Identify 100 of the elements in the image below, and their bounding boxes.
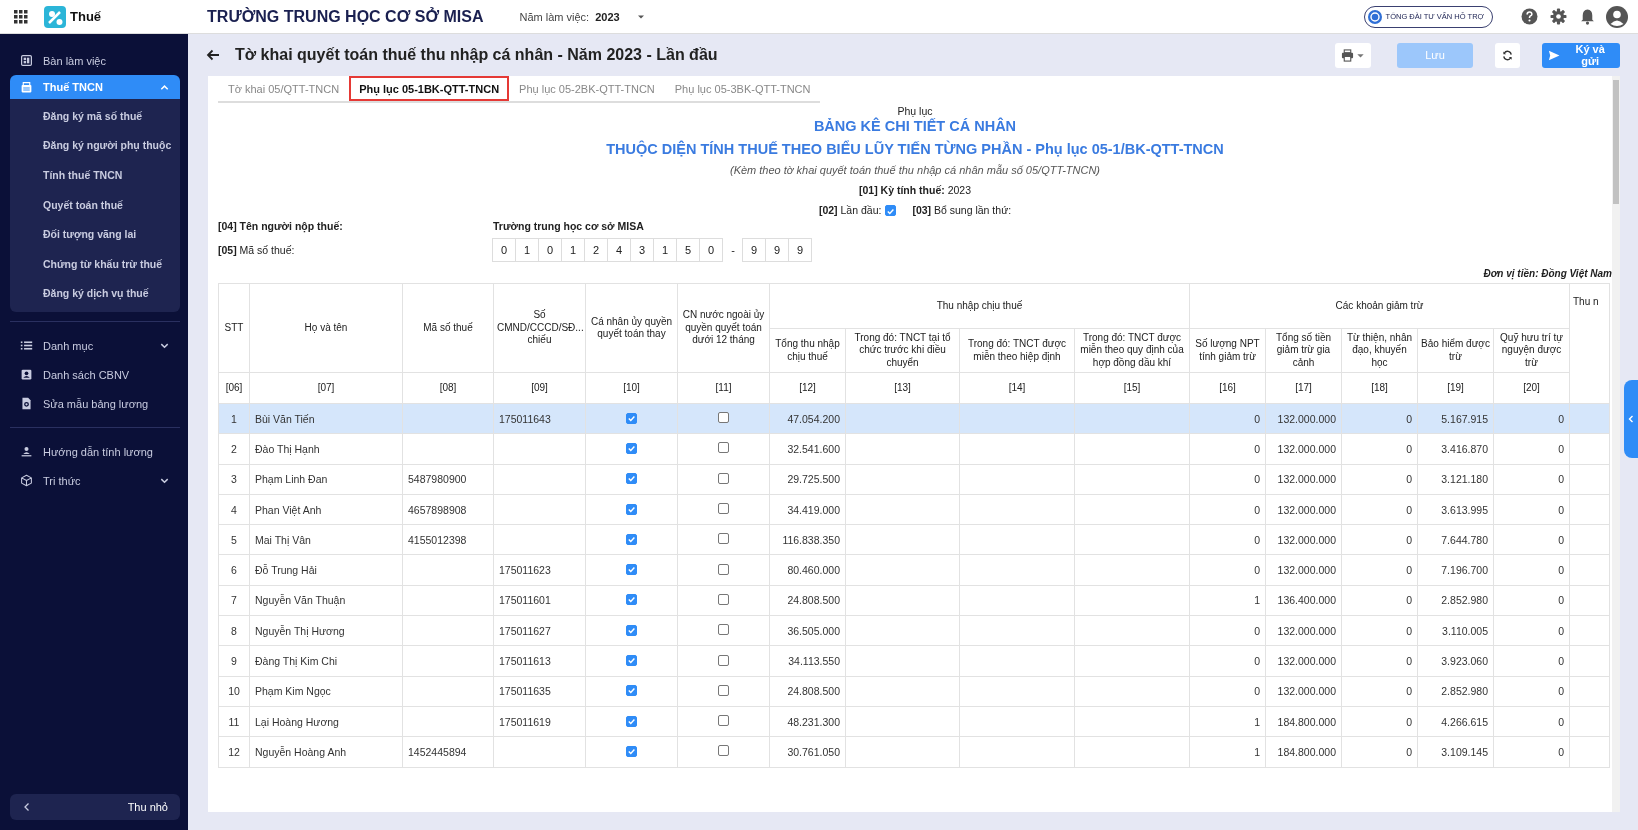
submenu-item[interactable]: Chứng từ khấu trừ thuế <box>10 248 180 279</box>
side-panel-handle[interactable] <box>1624 380 1638 458</box>
table-row[interactable]: 8 Nguyễn Thị Hương 175011627 36.505.000 0 132.000.000 0 3.110.005 0 <box>218 615 1610 646</box>
submenu-item[interactable]: Tính thuế TNCN <box>10 160 180 190</box>
table-cell: 3.110.005 <box>1417 615 1494 646</box>
table-row[interactable]: 5 Mai Thị Vân 4155012398 116.838.350 0 132.000.000 0 7.644.780 0 <box>218 524 1610 555</box>
checkbox[interactable] <box>626 745 637 757</box>
checkbox[interactable] <box>626 564 637 576</box>
year-dropdown[interactable]: 2023 <box>595 10 646 23</box>
table-cell: 0 <box>1493 615 1570 646</box>
notification-bell-icon[interactable] <box>1579 8 1596 25</box>
table-row[interactable]: 2 Đào Thị Hạnh 32.541.600 0 132.000.000 0 3.416.870 0 <box>218 433 1610 465</box>
table-cell: 0 <box>1341 585 1418 616</box>
table-cell: 1 <box>218 403 250 434</box>
sidebar-item[interactable]: Danh mục <box>10 331 180 361</box>
table-cell: 0 <box>1493 736 1570 768</box>
table-cell: Đỗ Trung Hải <box>249 555 403 586</box>
table-cell: 5.167.915 <box>1417 403 1494 434</box>
currency-note: Đơn vị tiền: Đồng Việt Nam <box>1482 268 1612 279</box>
checkbox[interactable] <box>718 412 729 424</box>
table-cell: 132.000.000 <box>1265 615 1342 646</box>
sidebar-item[interactable]: Hướng dẫn tính lương <box>10 437 180 467</box>
checkbox[interactable] <box>626 473 637 485</box>
table-row[interactable]: 12 Nguyễn Hoàng Anh 1452445894 30.761.050 1 184.800.000 0 3.109.145 0 <box>218 736 1610 768</box>
checkbox[interactable] <box>626 624 637 636</box>
checkbox[interactable] <box>626 533 637 545</box>
checkbox[interactable] <box>718 533 729 545</box>
column-group-header: Thu nhập chịu thuế <box>936 299 1023 311</box>
table-cell: 3.416.870 <box>1417 433 1494 465</box>
submenu-item[interactable]: Đăng ký dịch vụ thuế <box>10 278 180 309</box>
checkbox[interactable] <box>626 594 637 606</box>
scrollbar[interactable] <box>1612 76 1620 812</box>
checkbox[interactable] <box>626 412 637 424</box>
separator: - <box>730 244 736 256</box>
settings-icon[interactable] <box>1550 8 1567 25</box>
table-row[interactable]: 3 Phạm Linh Đan 5487980900 29.725.500 0 132.000.000 0 3.121.180 0 <box>218 464 1610 495</box>
help-icon[interactable] <box>1521 8 1538 25</box>
table-cell: 136.400.000 <box>1265 585 1342 616</box>
tax-code-label: [05] Mã số thuế: <box>218 244 296 256</box>
checkbox[interactable] <box>626 442 637 454</box>
refresh-icon <box>1502 49 1513 61</box>
submenu-item[interactable]: Đối tượng vãng lai <box>10 219 180 249</box>
sidebar-item[interactable]: Bàn làm việc <box>10 46 180 75</box>
refresh-button[interactable] <box>1495 42 1520 68</box>
back-arrow-icon[interactable] <box>205 47 221 63</box>
tab[interactable]: Phụ lục 05-2BK-QTT-TNCN <box>509 76 665 101</box>
table-cell: 0 <box>1341 524 1418 555</box>
checkbox[interactable] <box>718 684 729 696</box>
table-cell: 8 <box>218 615 250 646</box>
checkbox[interactable] <box>626 715 637 727</box>
checkbox[interactable] <box>718 715 729 727</box>
submenu-item[interactable]: Đăng ký mã số thuế <box>10 101 180 131</box>
table-row[interactable]: 4 Phan Việt Anh 4657898908 34.419.000 0 132.000.000 0 3.613.995 0 <box>218 494 1610 525</box>
checkbox[interactable] <box>626 503 637 515</box>
table-row[interactable]: 11 Lại Hoàng Hương 175011619 48.231.300 1 184.800.000 0 4.266.615 0 <box>218 706 1610 737</box>
table-cell: 0 <box>1341 494 1418 525</box>
table-cell: 1 <box>1189 736 1266 768</box>
checkbox[interactable] <box>718 593 729 605</box>
table-row[interactable]: 1 Bùi Văn Tiến 175011643 47.054.200 0 132.000.000 0 5.167.915 0 <box>218 403 1610 434</box>
table-cell: 132.000.000 <box>1265 464 1342 495</box>
apps-menu-icon[interactable] <box>14 9 28 24</box>
submenu-item[interactable]: Quyết toán thuế <box>10 189 180 220</box>
table-cell: 0 <box>1341 645 1418 677</box>
checkbox[interactable] <box>718 503 729 515</box>
table-cell: 9 <box>218 645 250 677</box>
sidebar-item[interactable]: Danh sách CBNV <box>10 360 180 390</box>
tax-code-digit: 2 <box>584 238 608 262</box>
table-cell: 24.808.500 <box>769 585 846 616</box>
table-row[interactable]: 9 Đàng Thị Kim Chi 175011613 34.113.550 0 132.000.000 0 3.923.060 0 <box>218 645 1610 677</box>
checkbox[interactable] <box>718 654 729 666</box>
print-button[interactable] <box>1335 42 1371 68</box>
checkbox[interactable] <box>718 745 729 757</box>
column-header: Trong đó: TNCT được miễn theo quy định của hợp đồng dầu khí <box>1080 331 1184 368</box>
table-cell: 5487980900 <box>402 464 494 495</box>
table-cell: 36.505.000 <box>769 615 846 646</box>
sidebar-item[interactable]: Sửa mẫu bảng lương <box>10 389 180 419</box>
table-row[interactable]: 6 Đỗ Trung Hải 175011623 80.460.000 0 132.000.000 0 7.196.700 0 <box>218 555 1610 586</box>
avatar-icon[interactable] <box>1606 5 1628 28</box>
checkbox[interactable] <box>885 204 897 216</box>
chevron-left-icon <box>22 802 32 812</box>
table-cell: 0 <box>1493 706 1570 737</box>
checkbox[interactable] <box>718 563 729 575</box>
checkbox[interactable] <box>626 685 637 697</box>
table-cell: Nguyễn Văn Thuận <box>249 585 403 616</box>
person-icon <box>20 445 33 459</box>
table-row[interactable]: 7 Nguyễn Văn Thuận 175011601 24.808.500 1 136.400.000 0 2.852.980 0 <box>218 585 1610 616</box>
tab[interactable]: Phụ lục 05-3BK-QTT-TNCN <box>664 76 821 101</box>
submenu-item[interactable]: Đăng ký người phụ thuộc <box>10 130 180 161</box>
checkbox[interactable] <box>626 655 637 666</box>
collapse-button[interactable]: Thu nhỏ <box>10 794 180 820</box>
tab[interactable]: Phụ lục 05-1BK-QTT-TNCN <box>349 76 510 101</box>
sidebar-item[interactable]: Tri thức <box>10 466 180 496</box>
checkbox[interactable] <box>718 472 729 484</box>
table-row[interactable]: 10 Phạm Kim Ngọc 175011635 24.808.500 0 132.000.000 0 2.852.980 0 <box>218 676 1610 707</box>
tax-code-digit: 9 <box>788 238 812 262</box>
checkbox[interactable] <box>718 442 729 454</box>
column-header: STT <box>224 321 244 333</box>
table-cell: 1 <box>1189 585 1266 616</box>
tab[interactable]: Tờ khai 05/QTT-TNCN <box>218 76 350 101</box>
checkbox[interactable] <box>718 624 729 636</box>
